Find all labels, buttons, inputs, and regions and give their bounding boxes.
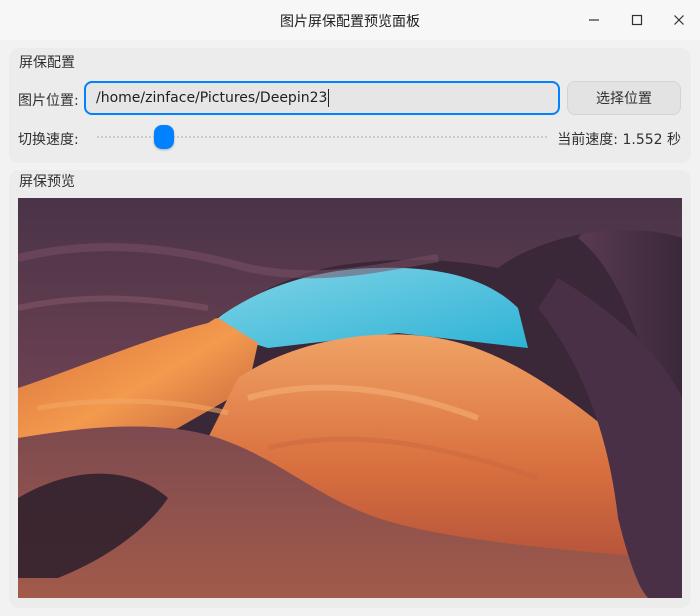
slider-handle[interactable] [153, 125, 174, 149]
maximize-icon [631, 14, 643, 26]
speed-slider[interactable] [96, 124, 548, 150]
close-icon [674, 15, 684, 25]
canyon-wallpaper [18, 198, 682, 598]
close-button[interactable] [657, 0, 700, 40]
config-section-title: 屏保配置 [19, 55, 75, 71]
path-label: 图片位置: [18, 93, 79, 109]
path-value: /home/zinface/Pictures/Deepin23 [96, 90, 328, 106]
text-caret [328, 89, 330, 107]
maximize-button[interactable] [615, 0, 659, 40]
minimize-icon [589, 19, 599, 21]
choose-location-button[interactable]: 选择位置 [567, 81, 681, 115]
title-bar: 图片屏保配置预览面板 [0, 0, 700, 40]
speed-label: 切换速度: [18, 132, 79, 148]
preview-section-title: 屏保预览 [19, 174, 75, 190]
minimize-button[interactable] [572, 0, 616, 40]
preview-image [18, 198, 682, 598]
speed-readout: 当前速度: 1.552 秒 [557, 132, 681, 148]
path-input[interactable]: /home/zinface/Pictures/Deepin23 [84, 81, 560, 115]
